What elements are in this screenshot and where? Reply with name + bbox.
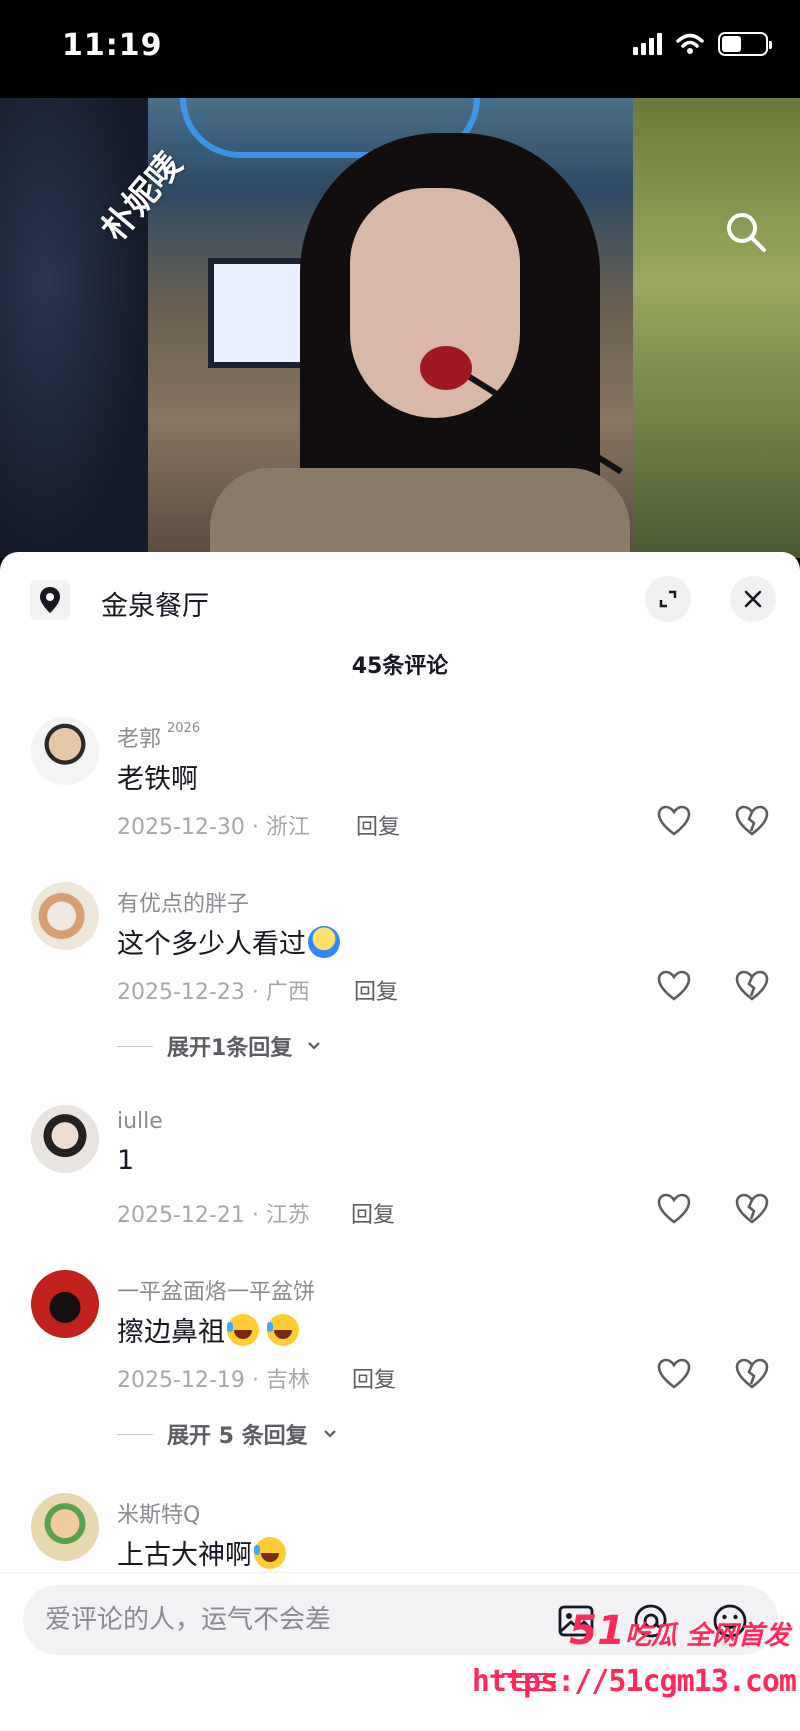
heart-icon[interactable]	[656, 1191, 692, 1227]
expand-button[interactable]	[645, 576, 691, 622]
sheet-header: 金泉餐厅	[0, 570, 800, 630]
battery-icon	[718, 32, 772, 56]
heart-icon[interactable]	[656, 803, 692, 839]
site-brand: 51吃瓜 全网首发	[569, 1608, 790, 1654]
comment-text: 老铁啊	[117, 764, 198, 795]
chevron-down-icon	[323, 1430, 336, 1438]
reply-button[interactable]: 回复	[354, 974, 398, 1006]
comment-meta: 2025-12-19 · 吉林	[117, 1368, 310, 1393]
reply-button[interactable]: 回复	[356, 809, 400, 841]
comment-meta: 2025-12-23 · 广西	[117, 980, 310, 1005]
reply-button[interactable]: 回复	[352, 1362, 396, 1394]
comment-author[interactable]: 米斯特Q	[117, 1497, 200, 1529]
broken-heart-icon[interactable]	[734, 803, 770, 839]
site-url: https://51cgm13.com	[471, 1664, 797, 1699]
microphone	[420, 346, 472, 390]
year-badge: 2026	[167, 721, 201, 736]
signal-icon	[633, 33, 662, 55]
location-name[interactable]: 金泉餐厅	[101, 584, 209, 623]
comment-meta: 2025-12-30 · 浙江	[117, 815, 310, 840]
comment-text: 1	[117, 1145, 135, 1176]
laugh-emoji-icon	[227, 1314, 259, 1346]
comment-input[interactable]	[45, 1585, 545, 1655]
broken-heart-icon[interactable]	[734, 1191, 770, 1227]
expand-replies-button[interactable]: 展开1条回复	[117, 1030, 322, 1062]
comment-author[interactable]: 有优点的胖子	[117, 886, 249, 918]
comment-meta: 2025-12-21 · 江苏	[117, 1203, 310, 1228]
heart-icon[interactable]	[656, 968, 692, 1004]
comment-author[interactable]: 老郭 2026	[117, 721, 200, 753]
emoji-icon	[308, 926, 340, 958]
comment-text: 上古大神啊	[117, 1533, 286, 1572]
reply-button[interactable]: 回复	[351, 1197, 395, 1229]
laugh-emoji-icon	[267, 1314, 299, 1346]
avatar[interactable]	[31, 1270, 99, 1338]
location-pin-icon[interactable]	[30, 580, 70, 620]
status-bar: 11:19	[0, 0, 800, 98]
expand-icon	[659, 590, 677, 608]
avatar[interactable]	[31, 1105, 99, 1173]
chevron-down-icon	[308, 1042, 321, 1050]
search-icon[interactable]	[724, 210, 768, 254]
wifi-icon	[676, 33, 704, 54]
site-watermark: 51吃瓜 全网首发 https://51cgm13.com	[472, 1604, 800, 1731]
laugh-emoji-icon	[254, 1537, 286, 1569]
avatar[interactable]	[31, 1493, 99, 1561]
comment-item: 老郭 2026 老铁啊 2025-12-30 · 浙江 回复	[0, 717, 800, 877]
avatar[interactable]	[31, 882, 99, 950]
comment-item: 米斯特Q 上古大神啊	[0, 1493, 800, 1573]
comment-item: 有优点的胖子 这个多少人看过 2025-12-23 · 广西 回复 展开1条回复	[0, 882, 800, 1072]
status-icons	[633, 32, 772, 56]
comment-count: 45条评论	[351, 654, 449, 679]
close-button[interactable]	[730, 576, 776, 622]
comment-author[interactable]: iulle	[117, 1109, 163, 1134]
comment-sheet: 金泉餐厅 45条评论 老郭 2026 老铁啊 2025-12-30 · 浙江 回复	[0, 552, 800, 1731]
comment-item: iulle 1 2025-12-21 · 江苏 回复	[0, 1105, 800, 1265]
status-time: 11:19	[62, 28, 163, 63]
avatar[interactable]	[31, 717, 99, 785]
comment-item: 一平盆面烙一平盆饼 擦边鼻祖 2025-12-19 · 吉林 回复 展开 5 条…	[0, 1270, 800, 1460]
heart-icon[interactable]	[656, 1356, 692, 1392]
broken-heart-icon[interactable]	[734, 968, 770, 1004]
comment-text: 擦边鼻祖	[117, 1310, 299, 1349]
expand-replies-button[interactable]: 展开 5 条回复	[117, 1418, 338, 1450]
comment-author[interactable]: 一平盆面烙一平盆饼	[117, 1274, 315, 1306]
broken-heart-icon[interactable]	[734, 1356, 770, 1392]
close-icon	[744, 590, 762, 608]
video-player[interactable]: 朴妮唛	[0, 98, 800, 558]
comment-text: 这个多少人看过	[117, 922, 340, 961]
